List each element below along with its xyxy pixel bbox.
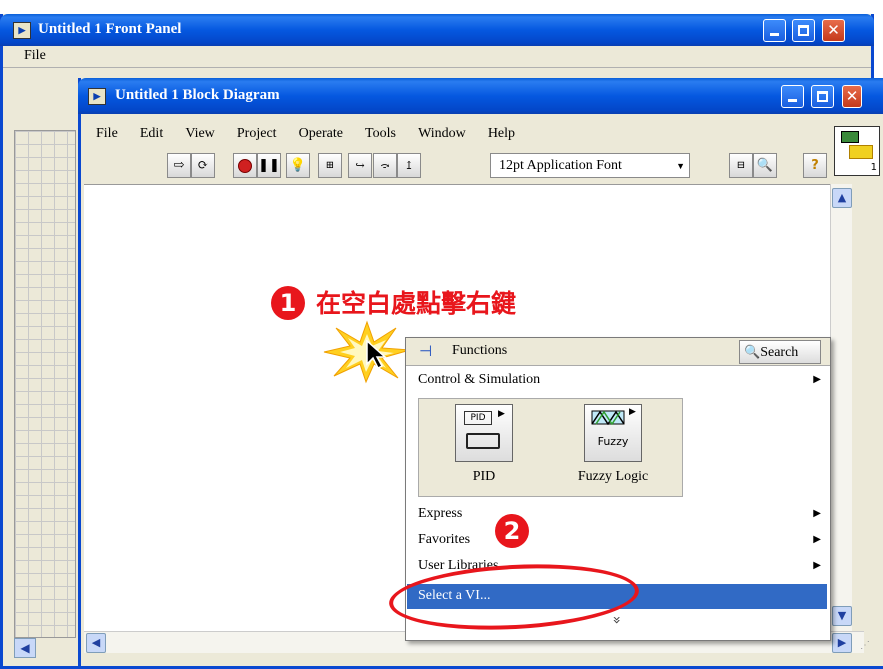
search-icon: 🔍 bbox=[744, 344, 761, 359]
font-selector[interactable]: 12pt Application Font ▼ bbox=[490, 153, 690, 178]
step-out-icon[interactable]: ↥ bbox=[397, 153, 421, 178]
maximize-button[interactable] bbox=[792, 19, 815, 42]
front-panel-title: Untitled 1 Front Panel bbox=[38, 21, 182, 37]
labview-icon: ▶ bbox=[13, 22, 31, 39]
step-2-badge: 2 bbox=[495, 514, 529, 548]
pause-icon[interactable]: ❚❚ bbox=[257, 153, 281, 178]
minimize-button[interactable] bbox=[763, 19, 786, 42]
menu-window[interactable]: Window bbox=[418, 126, 466, 141]
retain-wire-values-icon[interactable]: ⊞ bbox=[318, 153, 342, 178]
maximize-button[interactable] bbox=[811, 85, 834, 108]
menu-project[interactable]: Project bbox=[237, 126, 277, 141]
submenu-arrow-icon: ▶ bbox=[813, 374, 821, 385]
front-panel-canvas bbox=[14, 130, 76, 638]
menu-view[interactable]: View bbox=[185, 126, 214, 141]
block-diagram-title: Untitled 1 Block Diagram bbox=[115, 87, 280, 103]
search-button[interactable]: 🔍Search bbox=[739, 340, 821, 364]
fuzzy-logic-label: Fuzzy Logic bbox=[577, 469, 649, 484]
palette-header[interactable]: ⊣ Functions 🔍Search bbox=[406, 338, 830, 366]
scroll-left-button[interactable]: ◀ bbox=[86, 633, 106, 653]
align-objects-icon[interactable]: ⊟ bbox=[729, 153, 753, 178]
palette-item-favorites[interactable]: Favorites ▶ bbox=[407, 528, 827, 551]
expand-more-icon[interactable]: » bbox=[608, 616, 624, 625]
menu-file[interactable]: File bbox=[96, 126, 118, 141]
chevron-down-icon: ▼ bbox=[676, 160, 685, 171]
highlight-execution-icon[interactable]: 💡 bbox=[286, 153, 310, 178]
scroll-up-button[interactable]: ▲ bbox=[832, 188, 852, 208]
font-selector-value: 12pt Application Font bbox=[499, 157, 622, 173]
block-diagram-menubar: File Edit View Project Operate Tools Win… bbox=[81, 120, 831, 144]
close-button[interactable]: ✕ bbox=[822, 19, 845, 42]
palette-title: Functions bbox=[452, 343, 508, 358]
step-over-icon[interactable]: ⤼ bbox=[373, 153, 397, 178]
vi-connector-icon[interactable]: 1 bbox=[834, 126, 880, 176]
close-button[interactable]: ✕ bbox=[842, 85, 862, 108]
palette-item-express[interactable]: Express ▶ bbox=[407, 502, 827, 525]
pushpin-icon[interactable]: ⊣ bbox=[419, 342, 432, 360]
submenu-arrow-icon: ▶ bbox=[813, 560, 821, 571]
pid-label: PID bbox=[472, 469, 496, 484]
block-diagram-titlebar[interactable]: ▶ Untitled 1 Block Diagram ✕ bbox=[78, 78, 883, 114]
pid-vi-icon[interactable]: PID ▶ bbox=[455, 404, 513, 462]
menu-tools[interactable]: Tools bbox=[365, 126, 396, 141]
palette-category-control-simulation[interactable]: Control & Simulation ▶ bbox=[407, 368, 827, 391]
step-into-icon[interactable]: ↪ bbox=[348, 153, 372, 178]
step-1-badge: 1 bbox=[271, 286, 305, 320]
run-arrow-icon[interactable]: ⇨ bbox=[167, 153, 191, 178]
scroll-down-button[interactable]: ▼ bbox=[832, 606, 852, 626]
menu-help[interactable]: Help bbox=[488, 126, 515, 141]
help-icon[interactable]: ? bbox=[803, 153, 827, 178]
menu-operate[interactable]: Operate bbox=[299, 126, 343, 141]
zoom-icon[interactable]: 🔍 bbox=[753, 153, 777, 178]
vertical-scrollbar[interactable]: ▲ ▼ bbox=[830, 184, 852, 631]
fuzzy-logic-vi-icon[interactable]: ▶ Fuzzy bbox=[584, 404, 642, 462]
front-panel-hscrollbar-left[interactable]: ◀ bbox=[14, 638, 36, 658]
minimize-button[interactable] bbox=[781, 85, 804, 108]
run-continuously-icon[interactable]: ⟳ bbox=[191, 153, 215, 178]
labview-icon: ▶ bbox=[88, 88, 106, 105]
front-panel-menubar: File bbox=[3, 46, 871, 68]
step-1-instruction: 在空白處點擊右鍵 bbox=[316, 289, 517, 318]
resize-grip[interactable]: ⋰ bbox=[860, 640, 878, 656]
menu-edit[interactable]: Edit bbox=[140, 126, 163, 141]
mouse-cursor-icon bbox=[366, 340, 387, 370]
submenu-arrow-icon: ▶ bbox=[813, 508, 821, 519]
scroll-right-button[interactable]: ▶ bbox=[832, 633, 852, 653]
front-panel-menu-file[interactable]: File bbox=[24, 48, 46, 64]
front-panel-titlebar[interactable]: ▶ Untitled 1 Front Panel ✕ bbox=[0, 14, 874, 46]
abort-icon[interactable] bbox=[233, 153, 257, 178]
submenu-arrow-icon: ▶ bbox=[813, 534, 821, 545]
